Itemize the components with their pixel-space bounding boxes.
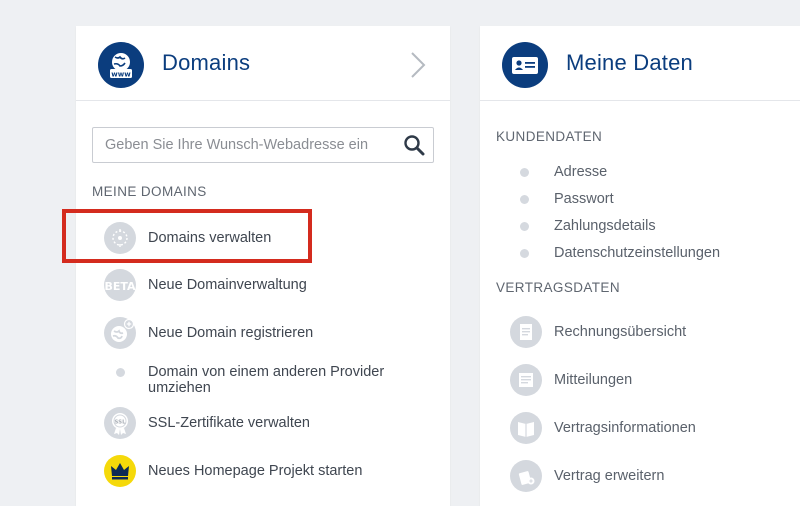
- my-data-card-header[interactable]: Meine Daten: [480, 26, 800, 101]
- contract-data-section-label: VERTRAGSDATEN: [496, 280, 620, 295]
- contract-item-messages-label: Mitteilungen: [554, 372, 633, 388]
- bullet-dot: [520, 249, 529, 258]
- contract-item-extend-label: Vertrag erweitern: [554, 468, 665, 484]
- id-card-icon: [502, 42, 548, 88]
- domain-search-input[interactable]: [105, 128, 385, 162]
- ssl-badge-text: SSL: [114, 420, 126, 426]
- transfer-domain-label-line2: umziehen: [148, 380, 211, 396]
- domains-card: www Domains MEINE DOMAINS Dom: [76, 26, 450, 506]
- register-domain-label: Neue Domain registrieren: [148, 325, 314, 341]
- svg-text:www: www: [111, 71, 131, 79]
- domains-manage-item[interactable]: Domains verwalten: [104, 222, 424, 254]
- transfer-domain-item[interactable]: Domain von einem anderen Provider umzieh…: [104, 364, 424, 398]
- ssl-certificates-item[interactable]: SSL SSL-Zertifikate verwalten: [104, 407, 424, 439]
- register-domain-item[interactable]: Neue Domain registrieren: [104, 317, 424, 349]
- ssl-certificates-label: SSL-Zertifikate verwalten: [148, 415, 310, 431]
- new-domain-management-label: Neue Domainverwaltung: [148, 277, 307, 293]
- customer-item-address-label: Adresse: [554, 164, 608, 180]
- bullet-dot: [520, 168, 529, 177]
- customer-data-section-label: KUNDENDATEN: [496, 129, 603, 144]
- my-data-card: Meine Daten KUNDENDATEN Adresse Passwort…: [480, 26, 800, 506]
- new-homepage-project-item[interactable]: Neues Homepage Projekt starten: [104, 455, 424, 487]
- bullet-dot: [520, 195, 529, 204]
- customer-item-privacy-label: Datenschutzeinstellungen: [554, 245, 721, 261]
- www-globe-icon: www: [98, 42, 144, 88]
- customer-item-payment-label: Zahlungsdetails: [554, 218, 656, 234]
- invoice-icon: [510, 316, 542, 348]
- contract-item-invoices-label: Rechnungsübersicht: [554, 324, 687, 340]
- my-domains-section-label: MEINE DOMAINS: [92, 184, 207, 199]
- bullet-dot: [520, 222, 529, 231]
- my-data-title: Meine Daten: [566, 50, 693, 75]
- domains-card-header[interactable]: www Domains: [76, 26, 450, 101]
- ssl-seal-icon: SSL: [104, 407, 136, 439]
- transfer-domain-label-line1: Domain von einem anderen Provider: [148, 364, 385, 380]
- domain-search-box: [92, 127, 434, 163]
- new-homepage-project-label: Neues Homepage Projekt starten: [148, 463, 363, 479]
- new-domain-management-item[interactable]: BETA Neue Domainverwaltung: [104, 269, 424, 301]
- chevron-right-icon[interactable]: [408, 51, 428, 79]
- crown-icon: [104, 455, 136, 487]
- extend-contract-icon: [510, 460, 542, 492]
- search-icon[interactable]: [403, 134, 425, 156]
- beta-badge-icon: BETA: [104, 269, 136, 301]
- globe-pin-icon: [104, 222, 136, 254]
- beta-badge-text: BETA: [104, 280, 136, 293]
- contract-item-contract-info-label: Vertragsinformationen: [554, 420, 696, 436]
- customer-item-password-label: Passwort: [554, 191, 614, 207]
- domains-manage-label: Domains verwalten: [148, 230, 272, 246]
- bullet-dot: [116, 368, 125, 377]
- domains-title: Domains: [162, 50, 251, 75]
- globe-plus-icon: [104, 317, 136, 349]
- contract-book-icon: [510, 412, 542, 444]
- message-icon: [510, 364, 542, 396]
